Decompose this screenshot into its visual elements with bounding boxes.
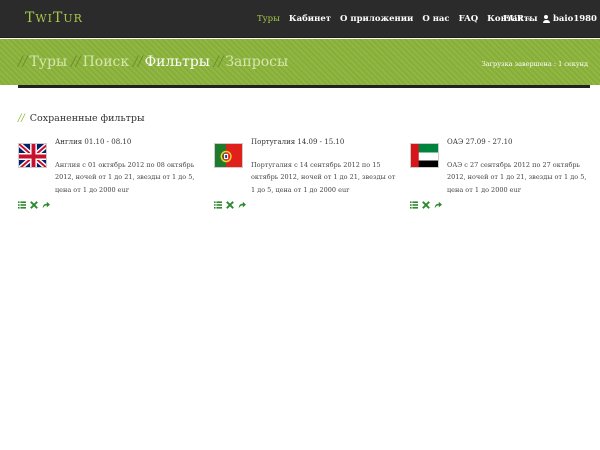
breadcrumb-separator: // [213,54,224,70]
filter-description: Португалия с 14 сентябрь 2012 по 15 октя… [251,161,396,194]
nav-link-about-app[interactable]: О приложении [340,14,413,26]
share-icon[interactable] [42,201,50,209]
list-icon[interactable] [410,201,418,209]
breadcrumb-separator: // [18,54,28,70]
breadcrumb-separator: // [71,54,81,70]
nav-right: EUR baio1980 [503,14,600,24]
nav-link-about-us[interactable]: О нас [422,14,449,26]
uae-flag-icon[interactable] [410,143,439,168]
brand-logo[interactable]: TWITUR [25,10,83,26]
nav-link-faq[interactable]: FAQ [459,14,479,26]
user-menu[interactable]: baio1980 [542,14,600,24]
filter-actions [214,201,250,209]
section-title-text: Сохраненные фильтры [29,113,145,124]
currency-dropdown[interactable]: EUR [503,14,531,24]
delete-icon[interactable] [422,201,430,209]
section-title: // Сохраненные фильтры [18,113,145,124]
username: baio1980 [552,14,597,24]
top-navbar: TWITUR Туры Кабинет О приложении О нас F… [0,0,600,38]
nav-link-cabinet[interactable]: Кабинет [289,14,331,26]
filter-title[interactable]: Англия 01.10 - 08.10 [55,138,131,146]
load-status: Загрузка завершена : 1 секунд [481,60,588,68]
list-icon[interactable] [214,201,222,209]
breadcrumb-separator: // [133,54,143,70]
breadcrumb-requests[interactable]: Запросы [225,54,288,70]
breadcrumb-filters[interactable]: Фильтры [145,54,210,70]
section-prefix: // [18,113,25,124]
filter-title[interactable]: ОАЭ 27.09 - 27.10 [447,138,513,146]
share-icon[interactable] [434,201,442,209]
filter-title[interactable]: Португалия 14.09 - 15.10 [251,138,344,146]
header-divider [18,85,590,88]
currency-label: EUR [503,14,524,24]
chevron-down-icon [526,17,531,21]
list-icon[interactable] [18,201,26,209]
filter-description: Англия с 01 октябрь 2012 по 08 октябрь 2… [55,161,195,194]
breadcrumb-search[interactable]: Поиск [83,54,130,70]
filter-actions [18,201,54,209]
breadcrumb-tours[interactable]: Туры [29,54,67,70]
delete-icon[interactable] [30,201,38,209]
uk-flag-icon[interactable] [18,143,47,168]
breadcrumb: // Туры // Поиск // Фильтры // Запросы [18,54,292,70]
filter-actions [410,201,446,209]
delete-icon[interactable] [226,201,234,209]
user-icon [542,15,550,23]
filter-description: ОАЭ с 27 сентябрь 2012 по 27 октябрь 201… [447,161,587,194]
share-icon[interactable] [238,201,246,209]
portugal-flag-icon[interactable] [214,143,243,168]
nav-link-tours[interactable]: Туры [257,14,280,26]
